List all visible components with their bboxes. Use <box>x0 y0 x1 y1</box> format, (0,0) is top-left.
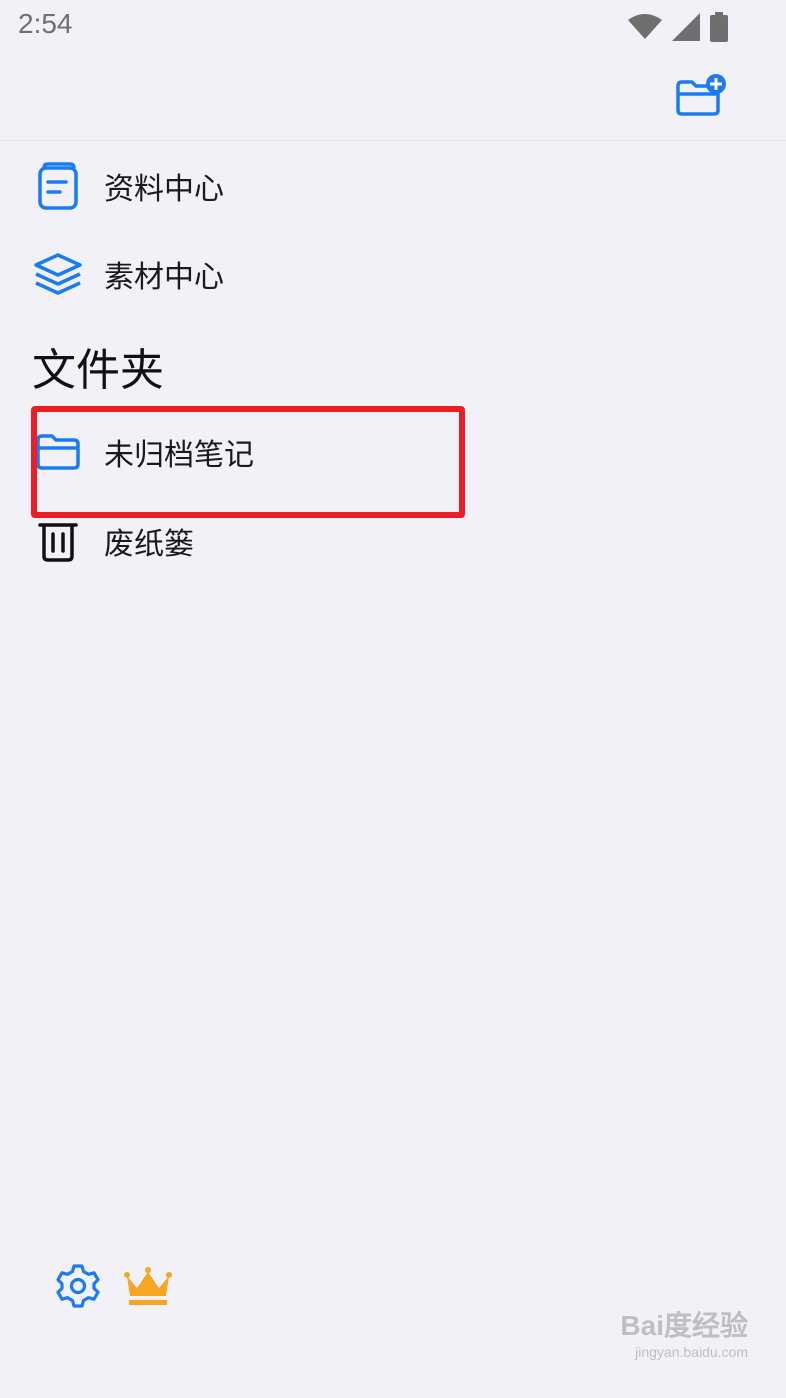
watermark-sub: jingyan.baidu.com <box>635 1344 748 1360</box>
document-icon <box>32 160 84 212</box>
folders-section-title: 文件夹 <box>32 345 164 396</box>
top-bar <box>0 56 786 141</box>
watermark-main: Bai度经验 <box>620 1310 748 1341</box>
folder-item-trash[interactable]: 废纸篓 <box>32 511 194 571</box>
folder-item-label: 未归档笔记 <box>104 438 254 473</box>
premium-button[interactable] <box>124 1264 172 1312</box>
trash-icon <box>32 515 84 567</box>
nav-item-label: 素材中心 <box>104 260 224 295</box>
settings-button[interactable] <box>54 1264 102 1312</box>
nav-item-label: 资料中心 <box>104 172 224 207</box>
layers-icon <box>32 248 84 300</box>
new-folder-button[interactable] <box>674 74 730 118</box>
folder-item-unfiled-notes[interactable]: 未归档笔记 <box>32 422 254 482</box>
nav-item-materials[interactable]: 资料中心 <box>32 156 224 216</box>
gear-icon <box>55 1263 101 1313</box>
folder-add-icon <box>674 74 730 122</box>
wifi-icon <box>628 14 662 44</box>
status-time: 2:54 <box>18 8 73 39</box>
folder-item-label: 废纸篓 <box>104 527 194 562</box>
crown-icon <box>123 1264 173 1312</box>
status-bar: 2:54 <box>0 0 786 56</box>
folder-icon <box>32 426 84 478</box>
watermark: Bai度经验 jingyan.baidu.com <box>598 1304 748 1360</box>
footer-actions <box>54 1264 172 1312</box>
nav-item-assets[interactable]: 素材中心 <box>32 244 224 304</box>
status-icons <box>628 12 728 46</box>
signal-icon <box>672 13 700 45</box>
battery-icon <box>710 12 728 46</box>
